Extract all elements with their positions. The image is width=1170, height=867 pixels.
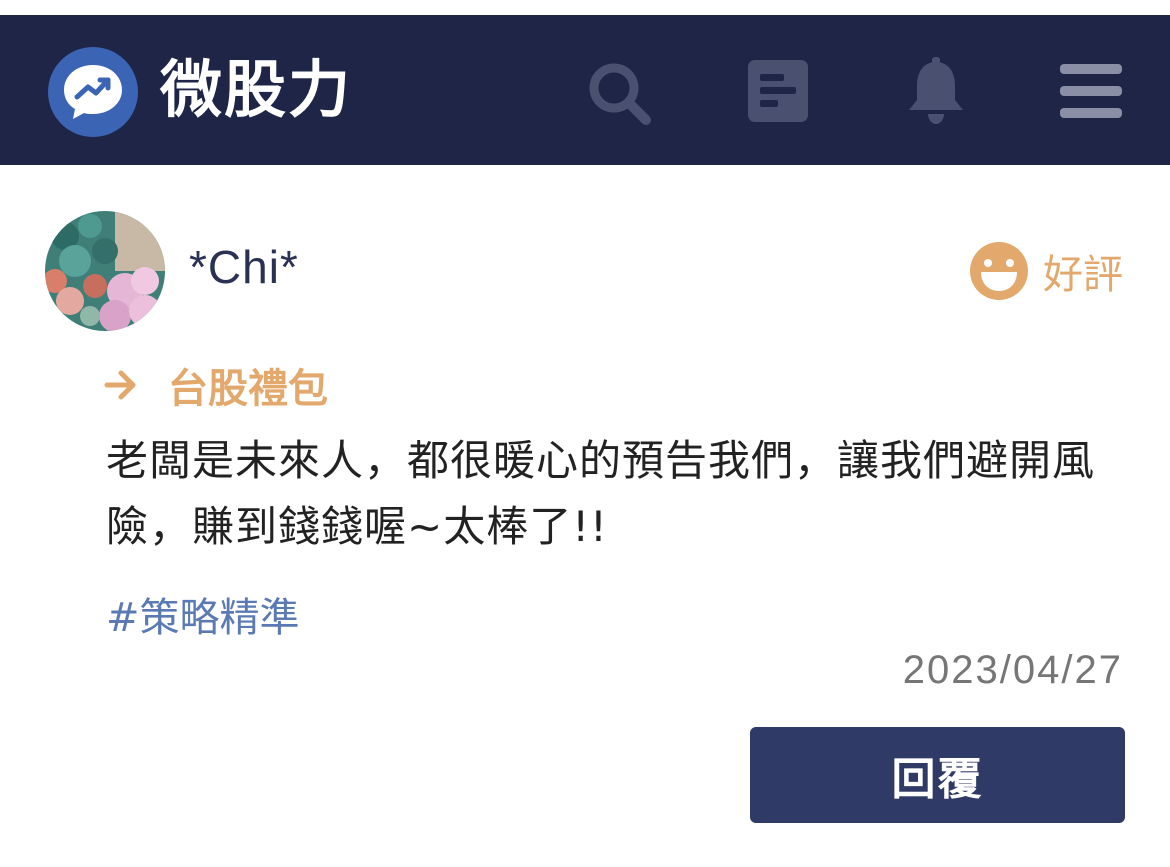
rating-badge: 好評: [969, 240, 1123, 302]
top-spacer: [0, 0, 1170, 15]
logo-chat-trend-icon[interactable]: [48, 47, 138, 137]
menu-icon[interactable]: [1058, 62, 1128, 132]
brand-name[interactable]: 微股力: [160, 50, 352, 130]
category-link[interactable]: 台股禮包: [104, 360, 328, 412]
rating-label: 好評: [1043, 252, 1123, 298]
article-icon[interactable]: [746, 58, 816, 128]
bell-icon[interactable]: [904, 56, 974, 126]
category-label[interactable]: 台股禮包: [168, 356, 328, 414]
review-content: 老闆是未來人，都很暖心的預告我們，讓我們避開風險，賺到錢錢喔~太棒了!!: [106, 436, 1096, 551]
user-avatar[interactable]: [45, 211, 165, 331]
review-date: 2023/04/27: [902, 648, 1123, 692]
reply-button[interactable]: 回覆: [750, 727, 1125, 823]
hashtag[interactable]: #策略精準: [106, 585, 300, 643]
top-navbar: 微股力: [0, 15, 1170, 165]
arrow-right-icon: [104, 370, 136, 400]
search-icon[interactable]: [584, 58, 654, 128]
smile-face-icon: [970, 242, 1028, 300]
username[interactable]: *Chi*: [189, 240, 299, 294]
